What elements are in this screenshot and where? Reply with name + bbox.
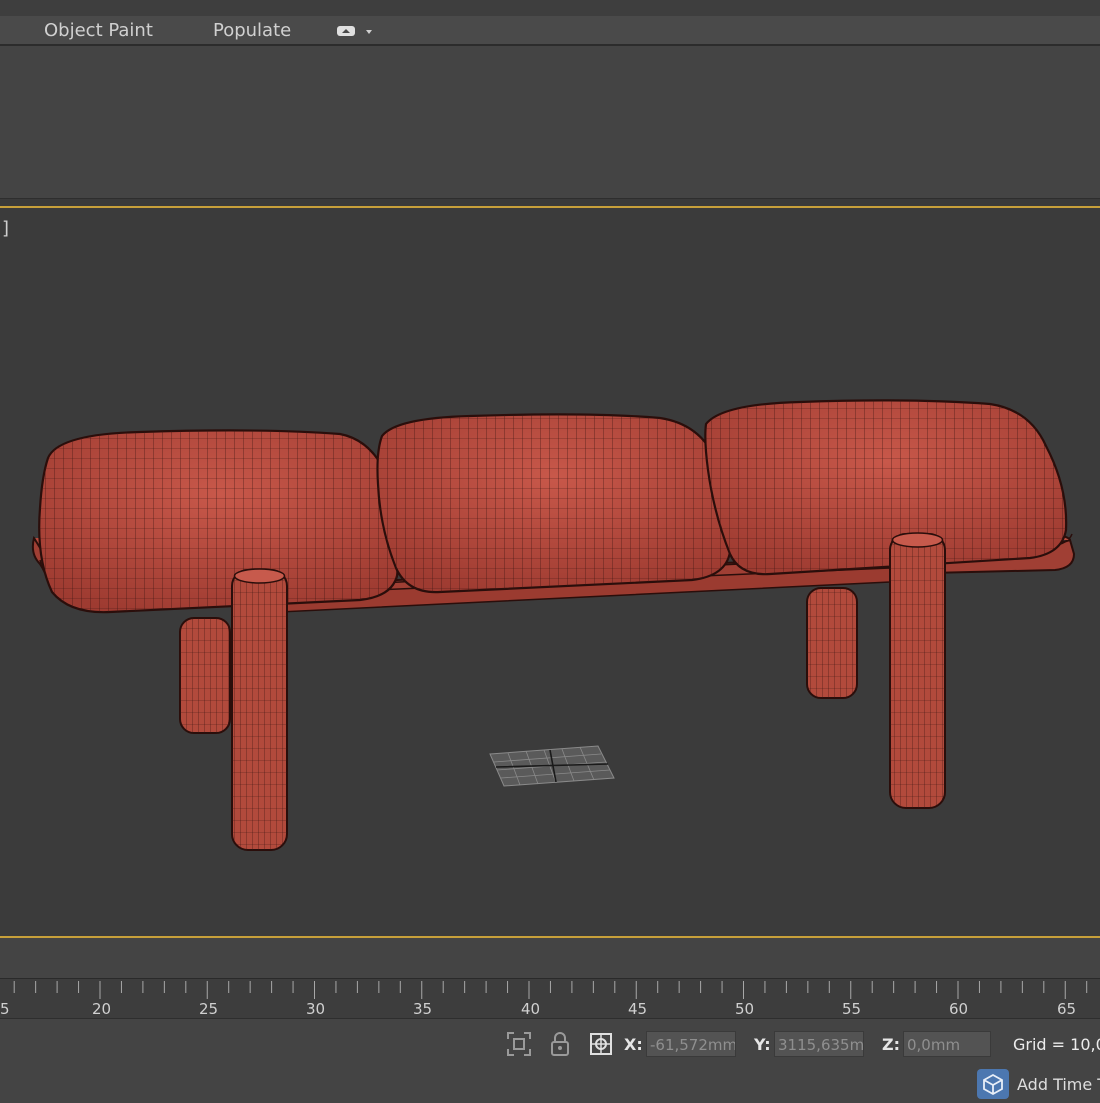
z-label: Z: bbox=[882, 1035, 900, 1054]
tab-object-paint[interactable]: Object Paint bbox=[44, 20, 153, 42]
ribbon-options-dropdown[interactable] bbox=[335, 22, 377, 40]
back-left-leg bbox=[179, 617, 231, 734]
ruler-tick-label: 30 bbox=[306, 1000, 325, 1018]
cube-icon bbox=[983, 1073, 1003, 1096]
chevron-down-icon bbox=[366, 30, 372, 34]
ruler-tick-label: 20 bbox=[92, 1000, 111, 1018]
viewport-footer bbox=[0, 940, 1100, 978]
bench-model bbox=[31, 399, 1076, 851]
back-right-leg bbox=[806, 587, 858, 699]
x-coordinate-field[interactable]: -61,572mm bbox=[646, 1031, 736, 1057]
ruler-tick-label: 25 bbox=[199, 1000, 218, 1018]
cushion-left bbox=[38, 429, 401, 614]
y-coordinate-field[interactable]: 3115,635m bbox=[774, 1031, 864, 1057]
perspective-viewport[interactable]: ] bbox=[0, 206, 1100, 938]
ribbon-panel bbox=[0, 46, 1100, 198]
ruler-tick-label: 65 bbox=[1057, 1000, 1076, 1018]
tab-populate[interactable]: Populate bbox=[213, 20, 291, 42]
lock-icon[interactable] bbox=[550, 1030, 570, 1058]
ruler-tick-label: 45 bbox=[628, 1000, 647, 1018]
absolute-mode-icon[interactable] bbox=[589, 1032, 613, 1056]
x-label: X: bbox=[624, 1035, 643, 1054]
z-coordinate-field[interactable]: 0,0mm bbox=[903, 1031, 991, 1057]
ruler-tick-label: 50 bbox=[735, 1000, 754, 1018]
y-label: Y: bbox=[754, 1035, 771, 1054]
add-time-tag-button[interactable] bbox=[977, 1069, 1009, 1099]
ruler-tick-label: 60 bbox=[949, 1000, 968, 1018]
ruler-tick-label: 40 bbox=[521, 1000, 540, 1018]
ribbon-tab-bar: Object Paint Populate bbox=[0, 16, 1100, 46]
ruler-tick-label: 55 bbox=[842, 1000, 861, 1018]
ruler-ticks: 5 20 25 30 35 40 45 50 55 60 65 bbox=[0, 981, 1088, 1018]
front-left-leg bbox=[231, 568, 288, 851]
timeline-ruler[interactable]: 5 20 25 30 35 40 45 50 55 60 65 bbox=[0, 978, 1100, 1019]
home-grid bbox=[489, 745, 615, 787]
top-strip bbox=[0, 0, 1100, 16]
grid-size-readout: Grid = 10,0r bbox=[1013, 1035, 1100, 1054]
status-bar: X: -61,572mm Y: 3115,635m Z: 0,0mm Grid … bbox=[0, 1018, 1100, 1101]
cushion-right bbox=[704, 399, 1068, 576]
isolate-selection-icon[interactable] bbox=[506, 1031, 532, 1057]
ruler-tick-label: 5 bbox=[0, 1000, 10, 1018]
ruler-tick-label: 35 bbox=[413, 1000, 432, 1018]
add-time-tag-label[interactable]: Add Time T bbox=[1017, 1075, 1100, 1094]
cushion-middle bbox=[376, 413, 733, 594]
front-right-leg bbox=[889, 532, 946, 809]
